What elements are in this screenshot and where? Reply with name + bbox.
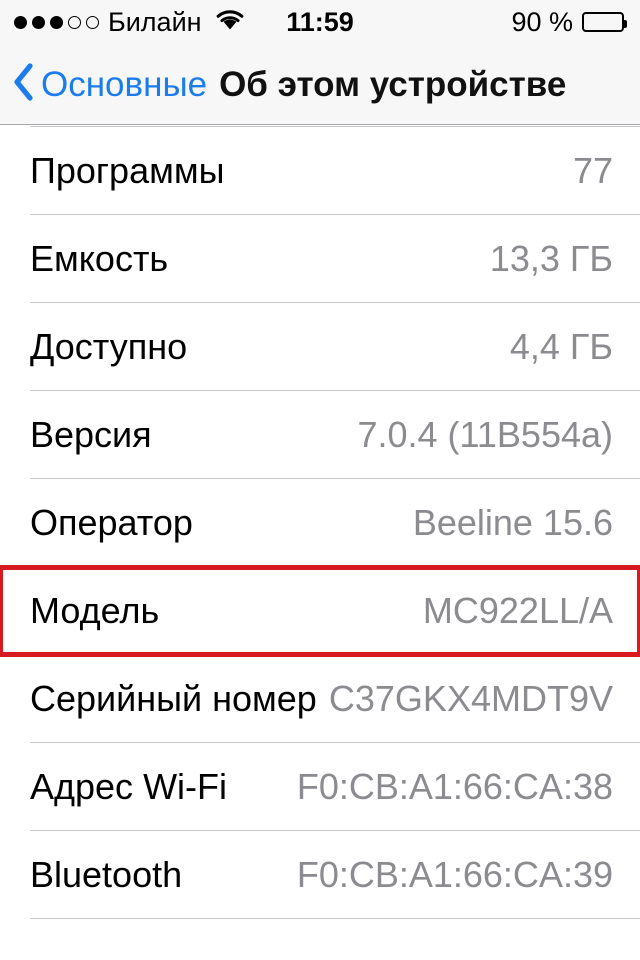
page-title: Об этом устройстве	[219, 64, 567, 104]
table-row[interactable]: Модель MC922LL/A	[0, 565, 640, 657]
row-value: 4,4 ГБ	[509, 326, 613, 367]
row-value: Beeline 15.6	[412, 502, 613, 543]
back-button[interactable]: Основные	[13, 62, 207, 106]
row-label: Bluetooth	[30, 854, 183, 895]
row-label: Адрес Wi-Fi	[30, 766, 228, 807]
carrier-label: Билайн	[108, 6, 202, 37]
row-value: MC922LL/A	[422, 590, 613, 631]
table-row[interactable]: Программы 77	[0, 127, 640, 215]
back-button-label[interactable]: Основные	[41, 67, 207, 102]
table-row[interactable]: Адрес Wi-Fi F0:CB:A1:66:CA:38	[0, 743, 640, 831]
status-bar-left: Билайн	[14, 6, 319, 37]
wifi-icon	[215, 9, 245, 36]
row-label: Программы	[30, 150, 225, 191]
battery-nub	[624, 20, 627, 28]
table-row[interactable]: Оператор Beeline 15.6	[0, 479, 640, 567]
row-label: Оператор	[30, 502, 193, 543]
battery-percent-label: 90 %	[511, 6, 573, 37]
table-row[interactable]: Версия 7.0.4 (11B554a)	[0, 391, 640, 479]
signal-strength-dots	[14, 15, 99, 29]
signal-dot-filled	[50, 15, 63, 29]
row-value: C37GKX4MDT9V	[328, 678, 613, 719]
signal-dot-empty	[68, 15, 81, 29]
row-value: 7.0.4 (11B554a)	[357, 414, 613, 455]
row-value: F0:CB:A1:66:CA:38	[296, 766, 613, 807]
signal-dot-empty	[86, 15, 99, 29]
signal-dot-filled	[32, 15, 45, 29]
table-row[interactable]: Доступно 4,4 ГБ	[0, 303, 640, 391]
status-bar: Билайн 11:59 90 %	[0, 0, 640, 44]
row-value: 13,3 ГБ	[489, 238, 613, 279]
battery-icon	[582, 12, 627, 32]
row-label: Доступно	[30, 326, 188, 367]
row-label: Серийный номер	[30, 678, 317, 719]
row-value: 77	[572, 150, 613, 191]
navigation-bar: Основные Об этом устройстве	[0, 44, 640, 125]
table-row[interactable]: Серийный номер C37GKX4MDT9V	[0, 655, 640, 743]
row-label: Модель	[30, 590, 160, 631]
row-value: F0:CB:A1:66:CA:39	[296, 854, 613, 895]
signal-dot-filled	[14, 15, 27, 29]
list-rows: Программы 77 Емкость 13,3 ГБ Доступно 4,4 ГБ В…	[0, 127, 640, 919]
chevron-left-icon[interactable]	[13, 62, 33, 106]
status-bar-right: 90 %	[319, 6, 627, 37]
row-label: Версия	[30, 414, 152, 455]
about-device-list: Программы 77 Емкость 13,3 ГБ Доступно 4,4 ГБ В…	[0, 126, 640, 919]
table-row[interactable]: Емкость 13,3 ГБ	[0, 215, 640, 303]
table-row[interactable]: Bluetooth F0:CB:A1:66:CA:39	[0, 831, 640, 919]
row-label: Емкость	[30, 238, 169, 279]
